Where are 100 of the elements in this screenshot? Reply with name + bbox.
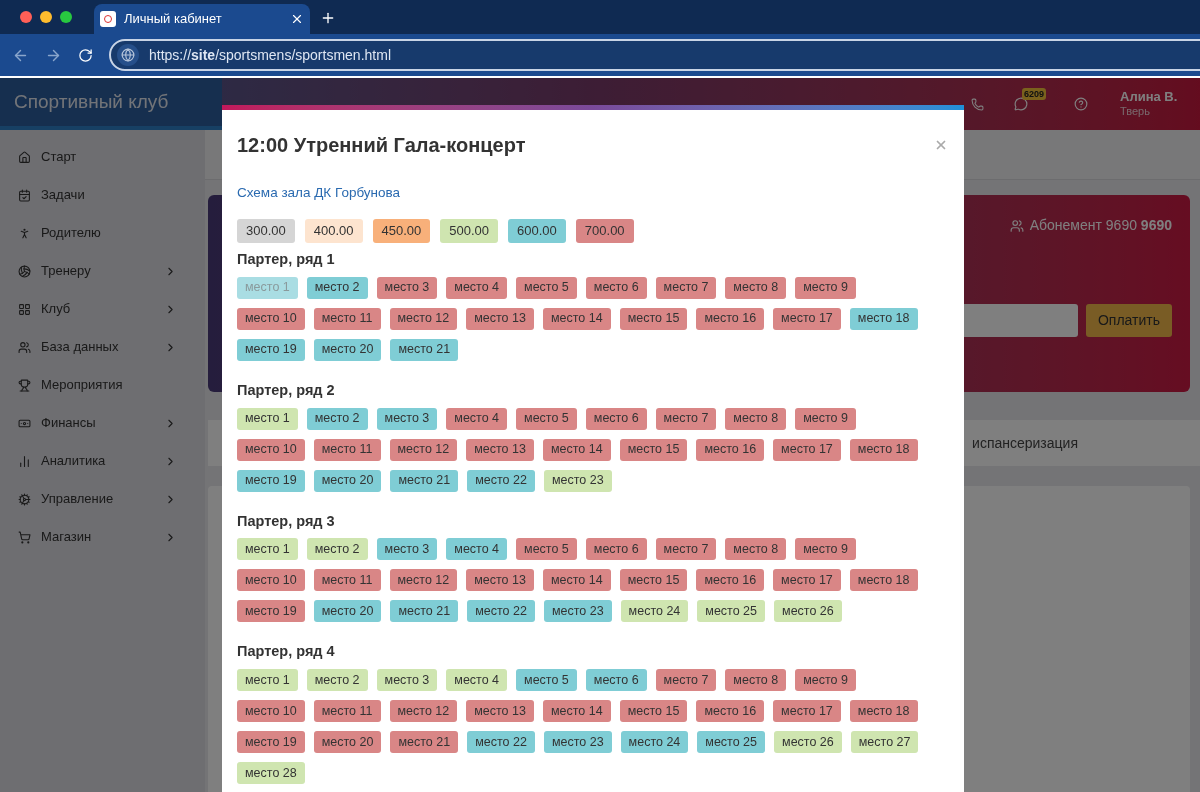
seat-button[interactable]: место 7 [655, 538, 717, 561]
browser-tab[interactable]: Личный кабинет [94, 4, 310, 34]
sidebar-item[interactable]: Управление [0, 480, 205, 518]
tab[interactable]: испансеризация [972, 432, 1078, 454]
seat-button[interactable]: место 11 [313, 569, 381, 592]
help-icon[interactable] [1074, 97, 1088, 111]
sidebar-item[interactable]: Старт [0, 138, 205, 176]
sidebar-item[interactable]: Родителю [0, 214, 205, 252]
seat-button[interactable]: место 13 [466, 569, 534, 592]
seat-button[interactable]: место 2 [306, 407, 368, 430]
seat-button[interactable]: место 12 [389, 307, 458, 330]
seat-button[interactable]: место 15 [619, 438, 688, 461]
seat-button[interactable]: место 22 [467, 600, 535, 623]
seat-button[interactable]: место 10 [237, 700, 305, 722]
seat-button[interactable]: место 22 [467, 731, 535, 753]
seat-button[interactable]: место 17 [773, 307, 841, 330]
seat-button[interactable]: место 4 [446, 669, 508, 691]
address-bar[interactable]: https://site/sportsmens/sportsmen.html [109, 39, 1200, 71]
seat-button[interactable]: место 16 [696, 700, 765, 722]
pay-button[interactable]: Оплатить [1085, 304, 1172, 337]
seat-button[interactable]: место 25 [697, 600, 766, 623]
seat-button[interactable]: место 3 [376, 669, 438, 691]
seat-button[interactable]: место 13 [466, 438, 534, 461]
seat-button[interactable]: место 1 [237, 538, 298, 561]
seat-button[interactable]: место 16 [696, 569, 765, 592]
seat-button[interactable]: место 27 [850, 731, 919, 753]
seat-button[interactable]: место 28 [237, 762, 305, 784]
seat-button[interactable]: место 19 [237, 600, 305, 623]
sidebar-item[interactable]: Магазин [0, 518, 205, 556]
seat-button[interactable]: место 1 [237, 669, 298, 691]
seat-button[interactable]: место 8 [725, 407, 787, 430]
seat-button[interactable]: место 15 [619, 307, 688, 330]
seat-button[interactable]: место 18 [849, 569, 918, 592]
minimize-window-icon[interactable] [40, 11, 52, 23]
seat-button[interactable]: место 14 [542, 438, 611, 461]
close-window-icon[interactable] [20, 11, 32, 23]
seat-button[interactable]: место 24 [620, 731, 689, 753]
seat-button[interactable]: место 23 [543, 731, 612, 753]
seat-button[interactable]: место 14 [542, 569, 611, 592]
maximize-window-icon[interactable] [60, 11, 72, 23]
seat-button[interactable]: место 26 [774, 600, 842, 623]
seat-button[interactable]: место 10 [237, 307, 305, 330]
seat-button[interactable]: место 2 [306, 276, 368, 299]
seat-button[interactable]: место 15 [619, 700, 688, 722]
sidebar-item[interactable]: Аналитика [0, 442, 205, 480]
seat-button[interactable]: место 10 [237, 438, 305, 461]
seat-button[interactable]: место 13 [466, 700, 534, 722]
seat-button[interactable]: место 20 [313, 469, 382, 492]
sidebar-item[interactable]: Задачи [0, 176, 205, 214]
seat-button[interactable]: место 18 [849, 438, 918, 461]
seat-button[interactable]: место 9 [795, 407, 856, 430]
seat-button[interactable]: место 20 [313, 338, 382, 361]
seat-button[interactable]: место 1 [237, 407, 298, 430]
seat-button[interactable]: место 11 [313, 700, 381, 722]
seat-button[interactable]: место 17 [773, 569, 841, 592]
seat-button[interactable]: место 4 [446, 407, 508, 430]
seat-button[interactable]: место 18 [849, 307, 918, 330]
seat-button[interactable]: место 3 [376, 538, 438, 561]
seat-button[interactable]: место 12 [389, 700, 458, 722]
seat-button[interactable]: место 6 [585, 669, 647, 691]
seat-button[interactable]: место 19 [237, 469, 305, 492]
seat-button[interactable]: место 8 [725, 276, 787, 299]
seat-button[interactable]: место 7 [655, 276, 717, 299]
chat-icon[interactable] [1014, 97, 1028, 111]
seat-button[interactable]: место 24 [620, 600, 689, 623]
seat-button[interactable]: место 13 [466, 307, 534, 330]
seat-button[interactable]: место 9 [795, 669, 856, 691]
seat-button[interactable]: место 2 [306, 669, 368, 691]
reload-icon[interactable] [78, 47, 93, 63]
user-name[interactable]: Алина В. [1120, 89, 1180, 106]
seat-button[interactable]: место 11 [313, 438, 381, 461]
seat-button[interactable]: место 8 [725, 538, 787, 561]
seat-button[interactable]: место 21 [390, 338, 459, 361]
seat-button[interactable]: место 22 [467, 469, 535, 492]
sidebar-item[interactable]: Клуб [0, 290, 205, 328]
seat-button[interactable]: место 20 [313, 731, 382, 753]
seat-button[interactable]: место 6 [585, 276, 647, 299]
seat-button[interactable]: место 7 [655, 669, 717, 691]
seat-button[interactable]: место 26 [774, 731, 842, 753]
seat-button[interactable]: место 20 [313, 600, 382, 623]
sidebar-item[interactable]: Тренеру [0, 252, 205, 290]
seat-button[interactable]: место 11 [313, 307, 381, 330]
seat-button[interactable]: место 4 [446, 538, 508, 561]
seat-button[interactable]: место 23 [543, 469, 612, 492]
seat-button[interactable]: место 16 [696, 438, 765, 461]
sidebar-item[interactable]: База данных [0, 328, 205, 366]
seat-button[interactable]: место 12 [389, 569, 458, 592]
sidebar-item[interactable]: Финансы [0, 404, 205, 442]
seat-button[interactable]: место 12 [389, 438, 458, 461]
seat-button[interactable]: место 14 [542, 307, 611, 330]
seat-button[interactable]: место 16 [696, 307, 765, 330]
seat-button[interactable]: место 9 [795, 538, 856, 561]
seat-button[interactable]: место 15 [619, 569, 688, 592]
seat-button[interactable]: место 19 [237, 731, 305, 753]
seat-button[interactable]: место 5 [516, 407, 577, 430]
seat-button[interactable]: место 3 [376, 407, 438, 430]
seat-button[interactable]: место 5 [516, 276, 577, 299]
seat-button[interactable]: место 25 [697, 731, 766, 753]
seat-button[interactable]: место 8 [725, 669, 787, 691]
close-icon[interactable] [290, 12, 304, 26]
